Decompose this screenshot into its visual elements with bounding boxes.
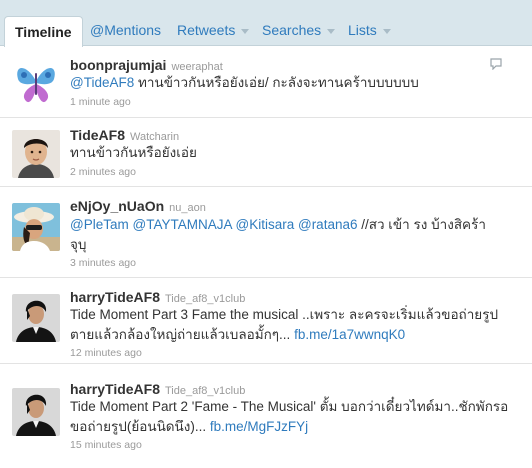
tweet-text: Tide Moment Part 2 'Fame - The Musical' … (70, 397, 515, 437)
tweet-realname: Tide_af8_v1club (165, 385, 246, 397)
tab-timeline[interactable]: Timeline (4, 16, 83, 47)
tweet-item: harryTideAF8 Tide_af8_v1club Tide Moment … (0, 364, 532, 468)
tweet-realname: weeraphat (171, 61, 223, 73)
timeline-tab-bar: Timeline @Mentions Retweets Searches Lis… (0, 0, 532, 47)
tab-mentions-label: @Mentions (90, 22, 162, 38)
tweet-item: TideAF8 Watcharin ทานข้าวกันหรือยังเอ่ย 2… (0, 118, 532, 187)
woman-hat-avatar-icon (12, 203, 60, 251)
tweet-text: @TideAF8 ทานข้าวกันหรือยังเอ่ย/ กะลังจะท… (70, 73, 515, 93)
avatar[interactable] (12, 294, 60, 342)
tweet-header: TideAF8 Watcharin (70, 127, 179, 143)
tweet-item: boonprajumjai weeraphat @TideAF8 ทานข้าวก… (0, 46, 532, 118)
tab-retweets-label: Retweets (177, 22, 236, 38)
avatar[interactable] (12, 130, 60, 178)
avatar[interactable] (12, 59, 60, 107)
tweet-realname: Watcharin (129, 131, 180, 143)
tweet-header: harryTideAF8 Tide_af8_v1club (70, 381, 245, 397)
tweet-username[interactable]: harryTideAF8 (70, 381, 160, 397)
tweet-header: harryTideAF8 Tide_af8_v1club (70, 289, 245, 305)
tweet-timestamp[interactable]: 3 minutes ago (70, 257, 136, 269)
tweet-mention-link[interactable]: @PleTam (70, 217, 129, 232)
tweet-text-segment: ทานข้าวกันหรือยังเอ่ย (70, 145, 197, 160)
tweet-url-link[interactable]: fb.me/1a7wwnqK0 (294, 327, 405, 342)
tweet-text: Tide Moment Part 3 Fame the musical ..เพ… (70, 305, 515, 345)
tweet-header: eNjOy_nUaOn nu_aon (70, 198, 206, 214)
tab-lists[interactable]: Lists (348, 19, 391, 46)
tab-retweets[interactable]: Retweets (177, 19, 250, 46)
butterfly-avatar-icon (12, 59, 60, 107)
man-suit-avatar-icon (12, 388, 60, 436)
tweet-text-segment: ทานข้าวกันหรือยังเอ่ย/ กะลังจะทานคร้าบบบ… (134, 75, 419, 90)
tweet-text-segment: Tide Moment Part 3 Fame the musical ..เพ… (70, 307, 499, 342)
tweet-timestamp[interactable]: 12 minutes ago (70, 347, 142, 359)
tab-searches-label: Searches (262, 22, 322, 38)
tab-mentions[interactable]: @Mentions (90, 19, 161, 46)
tweet-text: ทานข้าวกันหรือยังเอ่ย (70, 143, 515, 163)
tweet-item: eNjOy_nUaOn nu_aon @PleTam @TAYTAMNAJA @K… (0, 187, 532, 278)
tweet-text: @PleTam @TAYTAMNAJA @Kitisara @ratana6 /… (70, 215, 500, 255)
tweet-timestamp[interactable]: 15 minutes ago (70, 439, 142, 451)
reply-icon[interactable] (490, 58, 502, 70)
tweet-url-link[interactable]: fb.me/MgFJzFYj (210, 419, 308, 434)
tweet-username[interactable]: boonprajumjai (70, 57, 166, 73)
tweet-item: harryTideAF8 Tide_af8_v1club Tide Moment … (0, 278, 532, 364)
tab-searches[interactable]: Searches (262, 19, 336, 46)
tweet-realname: Tide_af8_v1club (165, 293, 246, 305)
tweet-mention-link[interactable]: @TideAF8 (70, 75, 134, 90)
man-suit-avatar-icon (12, 294, 60, 342)
chevron-down-icon (327, 29, 336, 34)
portrait-avatar-icon (12, 130, 60, 178)
tweet-mention-link[interactable]: @TAYTAMNAJA (133, 217, 232, 232)
tweet-mention-link[interactable]: @Kitisara (235, 217, 294, 232)
avatar[interactable] (12, 203, 60, 251)
tweet-username[interactable]: harryTideAF8 (70, 289, 160, 305)
tab-timeline-label: Timeline (15, 24, 72, 40)
tweet-header: boonprajumjai weeraphat (70, 57, 223, 73)
tweet-realname: nu_aon (169, 202, 206, 214)
chevron-down-icon (382, 29, 391, 34)
tweet-username[interactable]: TideAF8 (70, 127, 125, 143)
chevron-down-icon (241, 29, 250, 34)
avatar[interactable] (12, 388, 60, 436)
tweet-username[interactable]: eNjOy_nUaOn (70, 198, 164, 214)
tweet-timestamp[interactable]: 1 minute ago (70, 96, 131, 108)
tweet-timestamp[interactable]: 2 minutes ago (70, 166, 136, 178)
tweet-mention-link[interactable]: @ratana6 (298, 217, 358, 232)
tab-lists-label: Lists (348, 22, 377, 38)
